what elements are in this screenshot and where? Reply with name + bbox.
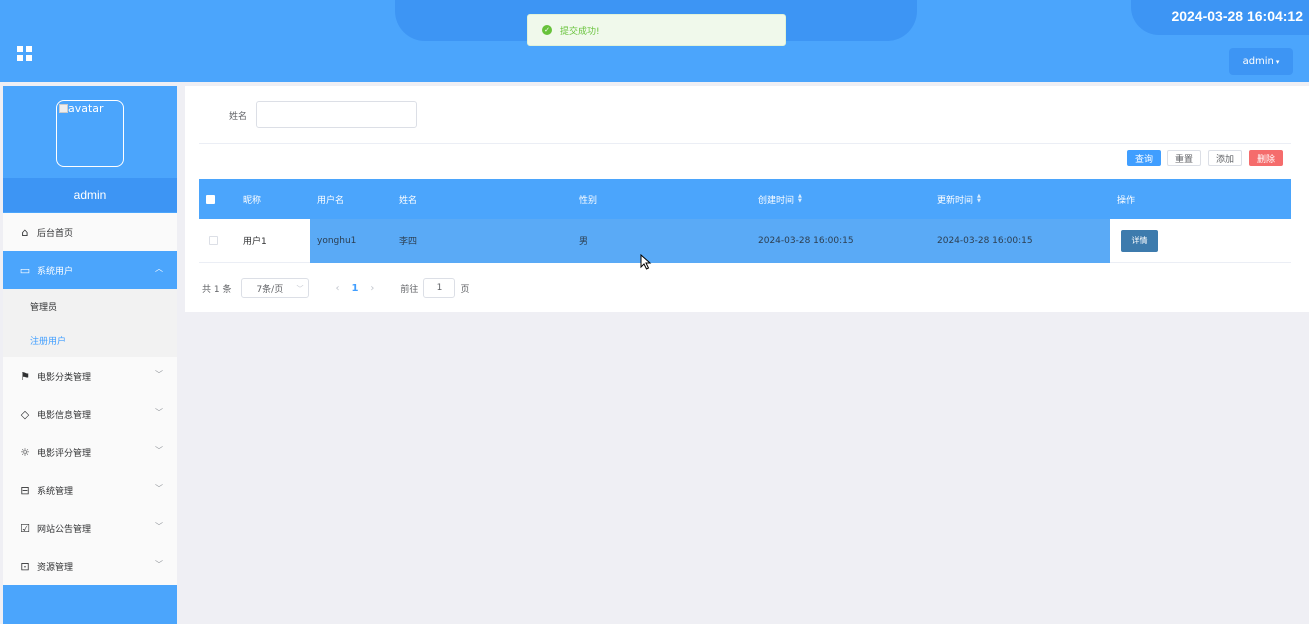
mouse-cursor-icon [640, 254, 652, 270]
message-icon: ⊡ [20, 559, 30, 573]
user-menu-button[interactable]: admin ▾ [1229, 48, 1293, 75]
detail-button[interactable]: 详情 [1121, 229, 1158, 252]
col-header-updated-label: 更新时间 [937, 195, 974, 206]
col-header-actions: 操作 [1117, 195, 1136, 206]
sidebar-username: admin [3, 178, 177, 212]
add-button[interactable]: 添加 [1208, 150, 1242, 166]
page-size-select[interactable]: 7条/页 ﹀ [241, 278, 310, 298]
avatar: avatar [56, 100, 124, 167]
row-select-cell [209, 219, 218, 262]
sort-icon[interactable]: ▲ ▼ [977, 194, 981, 204]
pagination-total: 共 1 条 [202, 284, 232, 295]
user-menu-label: admin [1242, 56, 1274, 67]
col-header-name: 姓名 [399, 195, 418, 206]
next-page-button[interactable]: › [370, 283, 374, 294]
page-size-value: 7条/页 [256, 284, 284, 295]
page-number-current[interactable]: 1 [351, 283, 358, 294]
col-header-nickname: 昵称 [243, 195, 262, 206]
reset-button[interactable]: 重置 [1167, 150, 1201, 166]
col-header-updated[interactable]: 更新时间 ▲ ▼ [937, 179, 981, 219]
chevron-down-icon: ﹀ [155, 484, 163, 493]
sidebar-item-label: 电影分类管理 [37, 372, 92, 383]
sidebar-item-label: 电影评分管理 [37, 448, 92, 459]
cell-actions: 详情 [1121, 219, 1158, 262]
chevron-down-icon: ﹀ [155, 370, 163, 379]
cell-updated: 2024-03-28 16:00:15 [937, 235, 1033, 246]
check-circle-icon: ✓ [542, 25, 552, 35]
tag-icon: ◇ [20, 407, 30, 421]
sidebar-subitem-admins[interactable]: 管理员 [3, 289, 177, 323]
prev-page-button[interactable]: ‹ [335, 283, 339, 294]
chevron-down-icon: ﹀ [155, 560, 163, 569]
divider [199, 143, 1291, 144]
sidebar-item-movie-ratings[interactable]: ☼ 电影评分管理 ﹀ [3, 433, 177, 471]
cell-created: 2024-03-28 16:00:15 [758, 235, 854, 246]
sidebar-item-label: 电影信息管理 [37, 410, 92, 421]
toast-message: 提交成功! [560, 26, 600, 37]
broken-image-icon [59, 104, 68, 113]
col-header-created[interactable]: 创建时间 ▲ ▼ [758, 179, 802, 219]
success-toast: ✓ 提交成功! [527, 14, 786, 46]
sidebar-item-label: 资源管理 [37, 562, 74, 573]
cell-name: 李四 [399, 237, 418, 247]
cell-nickname: 用户1 [243, 237, 267, 247]
avatar-alt-text: avatar [68, 102, 104, 115]
inbox-icon: ⊟ [20, 483, 30, 497]
sidebar-item-label: 网站公告管理 [37, 524, 92, 535]
cell-username: yonghu1 [317, 235, 357, 246]
chevron-down-icon: ﹀ [296, 285, 304, 293]
goto-page-input[interactable]: 1 [423, 278, 456, 298]
pagination: 共 1 条 7条/页 ﹀ ‹ 1 › 前往 1 页 [202, 278, 469, 298]
sidebar-item-system-users[interactable]: ▭ 系统用户 ︿ [3, 251, 177, 289]
chevron-down-icon: ▾ [1275, 57, 1280, 66]
chevron-down-icon: ﹀ [155, 408, 163, 417]
sidebar-item-label: 系统管理 [37, 486, 74, 497]
sidebar-item-home[interactable]: ⌂ 后台首页 [3, 213, 177, 251]
cell-gender: 男 [579, 237, 589, 247]
chevron-up-icon: ︿ [155, 264, 163, 273]
sort-icon[interactable]: ▲ ▼ [798, 194, 802, 204]
sidebar-item-movie-categories[interactable]: ⚑ 电影分类管理 ﹀ [3, 357, 177, 395]
monitor-icon: ▭ [19, 263, 31, 277]
sidebar-item-movie-info[interactable]: ◇ 电影信息管理 ﹀ [3, 395, 177, 433]
chevron-down-icon: ﹀ [155, 522, 163, 531]
table-header: 昵称 用户名 姓名 性别 创建时间 ▲ ▼ 更新时间 ▲ ▼ 操作 [199, 179, 1291, 219]
sun-icon: ☼ [20, 445, 30, 459]
main-content: 姓名 查询 重置 添加 删除 昵称 用户名 姓名 性别 创建时间 ▲ ▼ 更新时间… [185, 86, 1309, 312]
search-name-input[interactable] [256, 101, 417, 128]
sidebar-item-resources[interactable]: ⊡ 资源管理 ﹀ [3, 547, 177, 585]
page-suffix-label: 页 [460, 284, 470, 295]
chevron-down-icon: ﹀ [155, 446, 163, 455]
clipboard-icon: ☑ [20, 521, 30, 535]
sidebar-item-announcements[interactable]: ☑ 网站公告管理 ﹀ [3, 509, 177, 547]
delete-button[interactable]: 删除 [1249, 150, 1283, 166]
sidebar-item-label: 系统用户 [37, 266, 74, 277]
row-checkbox[interactable] [209, 236, 218, 245]
header-clock: 2024-03-28 16:04:12 [1171, 8, 1303, 24]
menu-toggle-icon[interactable] [17, 46, 32, 61]
users-table: 昵称 用户名 姓名 性别 创建时间 ▲ ▼ 更新时间 ▲ ▼ 操作 用户1 yong… [199, 179, 1291, 263]
sidebar-item-system-management[interactable]: ⊟ 系统管理 ﹀ [3, 471, 177, 509]
sidebar-subitem-registered-users[interactable]: 注册用户 [3, 323, 177, 357]
sidebar: avatar admin ⌂ 后台首页 ▭ 系统用户 ︿ 管理员 注册用户 ⚑ … [3, 86, 177, 624]
sidebar-item-label: 后台首页 [37, 228, 74, 239]
col-header-created-label: 创建时间 [758, 195, 795, 206]
select-all-checkbox[interactable] [206, 194, 215, 204]
bookmark-icon: ⚑ [20, 369, 30, 383]
col-header-gender: 性别 [579, 195, 598, 206]
search-name-label: 姓名 [229, 112, 248, 122]
query-button[interactable]: 查询 [1127, 150, 1161, 166]
col-header-username: 用户名 [317, 195, 345, 206]
table-row[interactable]: 用户1 yonghu1 李四 男 2024-03-28 16:00:15 202… [199, 219, 1291, 263]
home-icon: ⌂ [21, 225, 29, 239]
sidebar-menu: ⌂ 后台首页 ▭ 系统用户 ︿ 管理员 注册用户 ⚑ 电影分类管理 ﹀ ◇ 电影… [3, 213, 177, 585]
select-all-cell [206, 179, 215, 219]
goto-label: 前往 [400, 284, 419, 295]
